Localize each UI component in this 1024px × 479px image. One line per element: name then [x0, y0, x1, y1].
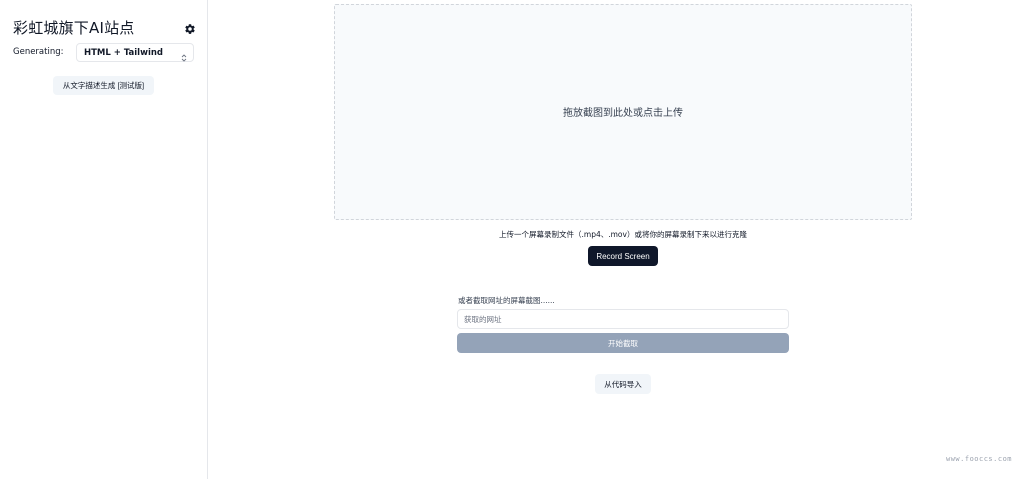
gear-icon[interactable] [184, 20, 196, 34]
stack-select[interactable]: HTML + Tailwind [76, 43, 194, 62]
sidebar: 彩虹城旗下AI站点 Generating: HTML + Tailwind 从文… [0, 0, 208, 479]
watermark: www.fooccs.com [946, 455, 1013, 463]
url-input[interactable] [457, 309, 789, 329]
screenshot-dropzone[interactable]: 拖放截图到此处或点击上传 [334, 4, 912, 220]
text-generate-button[interactable]: 从文字描述生成 [测试版] [53, 76, 154, 95]
dropzone-text: 拖放截图到此处或点击上传 [563, 107, 683, 119]
url-label: 或者截取网址的屏幕截图...... [458, 296, 555, 305]
video-upload-hint: 上传一个屏幕录制文件（.mp4、.mov）或将你的屏幕录制下来以进行克隆 [499, 230, 747, 239]
stack-select-value: HTML + Tailwind [84, 48, 163, 58]
app-title: 彩虹城旗下AI站点 [13, 19, 135, 37]
import-from-code-button[interactable]: 从代码导入 [595, 374, 651, 394]
generating-label: Generating: [13, 47, 64, 57]
capture-button[interactable]: 开始截取 [457, 333, 789, 353]
record-screen-button[interactable]: Record Screen [588, 246, 658, 266]
chevron-up-down-icon [181, 48, 187, 62]
